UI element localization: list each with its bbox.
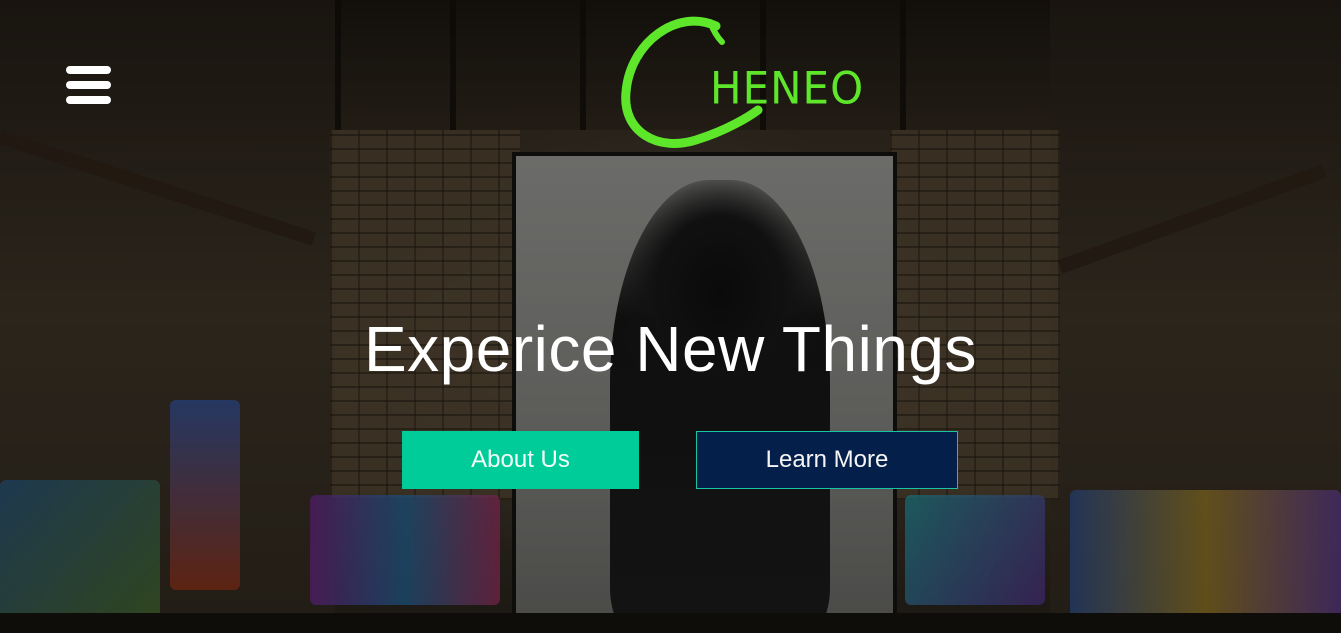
menu-bar-middle bbox=[66, 81, 111, 89]
about-us-button[interactable]: About Us bbox=[402, 431, 639, 489]
hamburger-menu-icon[interactable] bbox=[66, 66, 111, 104]
logo-text: HENEO bbox=[710, 62, 865, 115]
hero-headline: Experice New Things bbox=[363, 313, 978, 385]
learn-more-button[interactable]: Learn More bbox=[696, 431, 958, 489]
menu-bar-bottom bbox=[66, 96, 111, 104]
menu-bar-top bbox=[66, 66, 111, 74]
hero-section: HENEO Experice New Things About Us Learn… bbox=[0, 0, 1341, 633]
site-logo[interactable]: HENEO bbox=[618, 12, 898, 157]
